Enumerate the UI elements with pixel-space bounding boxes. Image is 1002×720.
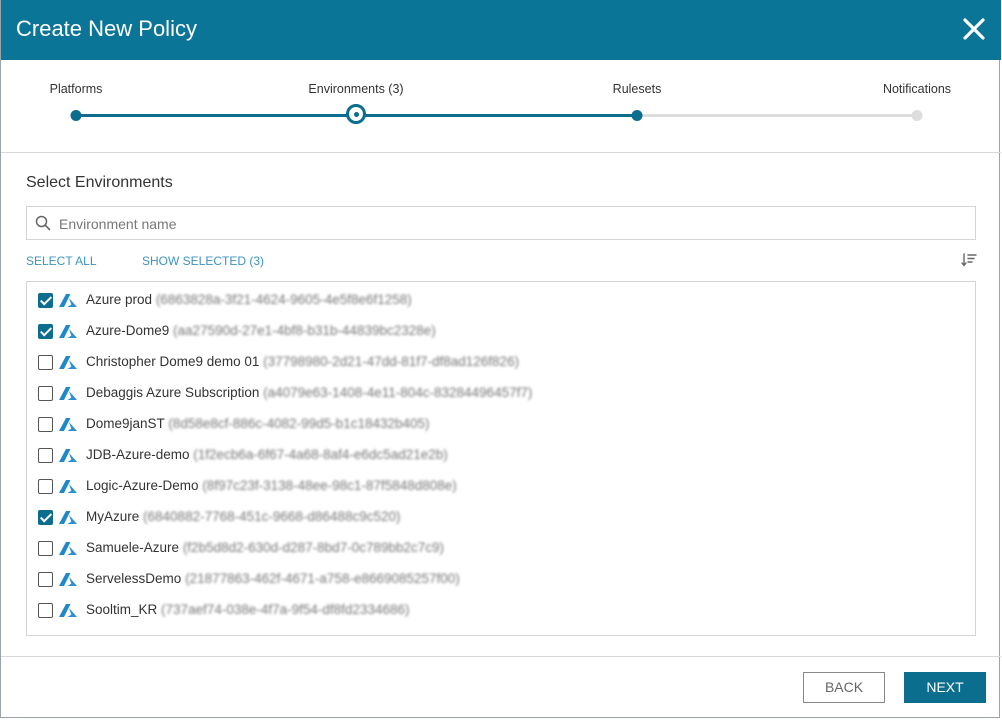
azure-icon (59, 480, 77, 499)
environment-label: Azure-Dome9 (aa27590d-27e1-4bf8-b31b-448… (86, 323, 436, 338)
environment-checkbox[interactable] (38, 355, 53, 370)
environment-checkbox[interactable] (38, 603, 53, 618)
azure-icon (59, 387, 77, 406)
step-dot-environments[interactable] (346, 104, 366, 124)
environment-name: JDB-Azure-demo (86, 447, 190, 462)
environment-label: Azure prod (6863828a-3f21-4624-9605-4e5f… (86, 292, 412, 307)
environment-checkbox[interactable] (38, 386, 53, 401)
environment-id: (aa27590d-27e1-4bf8-b31b-44839bc2328e) (173, 323, 436, 338)
environment-label: ServelessDemo (21877863-462f-4671-a758-e… (86, 571, 460, 586)
azure-icon (59, 573, 77, 592)
environment-checkbox[interactable] (38, 510, 53, 525)
environment-row[interactable]: Sooltim_KR (737aef74-038e-4f7a-9f54-df8f… (27, 596, 967, 627)
search-icon (35, 215, 51, 231)
environment-checkbox[interactable] (38, 293, 53, 308)
environment-id: (a4079e63-1408-4e11-804c-83284496457f7) (263, 385, 533, 400)
environment-name: MyAzure (86, 509, 140, 524)
environment-name: Azure prod (86, 292, 153, 307)
close-icon[interactable] (961, 16, 987, 42)
dialog-title: Create New Policy (16, 16, 197, 41)
environment-name: Debaggis Azure Subscription (86, 385, 260, 400)
azure-icon (59, 418, 77, 437)
environment-name: Azure-Dome9 (86, 323, 170, 338)
environment-name: Sooltim_KR (86, 602, 158, 617)
wizard-stepper: Platforms Environments (3) Rulesets Noti… (1, 60, 1001, 153)
environment-name: ServelessDemo (86, 571, 182, 586)
environment-label: MyAzure (6840882-7768-451c-9668-d86488c9… (86, 509, 400, 524)
search-box (26, 206, 976, 240)
back-button[interactable]: BACK (803, 672, 885, 703)
environment-label: Samuele-Azure (f2b5d8d2-630d-d287-8bd7-0… (86, 540, 444, 555)
show-selected-link[interactable]: SHOW SELECTED (3) (142, 254, 264, 268)
environment-search-input[interactable] (57, 211, 961, 237)
step-dot-rulesets[interactable] (631, 110, 643, 121)
environment-row[interactable]: Christopher Dome9 demo 01 (37798980-2d21… (27, 348, 967, 379)
step-dot-platforms[interactable] (70, 110, 82, 121)
dialog-footer: BACK NEXT (1, 656, 1001, 719)
environment-row[interactable]: Logic-Azure-Demo (8f97c23f-3138-48ee-98c… (27, 472, 967, 503)
azure-icon (59, 449, 77, 468)
step-label-environments: Environments (3) (308, 82, 404, 96)
azure-icon (59, 294, 77, 313)
environment-row[interactable]: Samuele-Azure (f2b5d8d2-630d-d287-8bd7-0… (27, 534, 967, 565)
azure-icon (59, 542, 77, 561)
environment-name: Dome9janST (86, 416, 165, 431)
next-button[interactable]: NEXT (904, 672, 986, 703)
step-label-rulesets: Rulesets (612, 82, 662, 96)
select-all-link[interactable]: SELECT ALL (26, 254, 97, 268)
environment-checkbox[interactable] (38, 324, 53, 339)
create-policy-dialog: Create New Policy Platforms Environments… (0, 0, 1001, 719)
stepper-line-remaining (637, 114, 917, 117)
section-title: Select Environments (26, 174, 173, 191)
environment-id: (37798980-2d21-47dd-81f7-df8ad126f826) (263, 354, 520, 369)
environment-id: (737aef74-038e-4f7a-9f54-df8fd2334686) (161, 602, 410, 617)
environment-row[interactable]: Azure prod (6863828a-3f21-4624-9605-4e5f… (27, 286, 967, 317)
azure-icon (59, 356, 77, 375)
environment-row[interactable]: Dome9janST (8d58e8cf-886c-4082-99d5-b1c1… (27, 410, 967, 441)
step-label-notifications: Notifications (882, 82, 952, 96)
environment-id: (6863828a-3f21-4624-9605-4e5f8e6f1258) (155, 292, 412, 307)
environment-name: Christopher Dome9 demo 01 (86, 354, 260, 369)
dialog-header: Create New Policy (1, 0, 1001, 60)
environment-name: Samuele-Azure (86, 540, 180, 555)
environment-row[interactable]: Debaggis Azure Subscription (a4079e63-14… (27, 379, 967, 410)
environment-label: Logic-Azure-Demo (8f97c23f-3138-48ee-98c… (86, 478, 457, 493)
step-label-platforms: Platforms (49, 82, 103, 96)
environment-id: (21877863-462f-4671-a758-e8669085257f00) (185, 571, 460, 586)
azure-icon (59, 511, 77, 530)
environment-id: (1f2ecb6a-6f67-4a68-8af4-e6dc5ad21e2b) (193, 447, 448, 462)
azure-icon (59, 325, 77, 344)
azure-icon (59, 604, 77, 623)
environment-id: (8f97c23f-3138-48ee-98c1-87f5848d808e) (202, 478, 457, 493)
environment-row[interactable]: MyAzure (6840882-7768-451c-9668-d86488c9… (27, 503, 967, 534)
step-dot-notifications (911, 110, 923, 121)
environment-label: Dome9janST (8d58e8cf-886c-4082-99d5-b1c1… (86, 416, 430, 431)
environment-label: Christopher Dome9 demo 01 (37798980-2d21… (86, 354, 519, 369)
environment-label: JDB-Azure-demo (1f2ecb6a-6f67-4a68-8af4-… (86, 447, 448, 462)
environment-checkbox[interactable] (38, 479, 53, 494)
environment-checkbox[interactable] (38, 417, 53, 432)
environment-id: (6840882-7768-451c-9668-d86488c9c520) (143, 509, 401, 524)
environment-id: (f2b5d8d2-630d-d287-8bd7-0c789bb2c7c9) (182, 540, 445, 555)
environment-checkbox[interactable] (38, 541, 53, 556)
environment-list: Azure prod (6863828a-3f21-4624-9605-4e5f… (26, 281, 976, 636)
environment-label: Sooltim_KR (737aef74-038e-4f7a-9f54-df8f… (86, 602, 410, 617)
environment-checkbox[interactable] (38, 572, 53, 587)
environment-id: (8d58e8cf-886c-4082-99d5-b1c18432b405) (168, 416, 430, 431)
sort-icon[interactable] (961, 252, 977, 268)
environment-label: Debaggis Azure Subscription (a4079e63-14… (86, 385, 532, 400)
environment-name: Logic-Azure-Demo (86, 478, 199, 493)
environment-row[interactable]: ServelessDemo (21877863-462f-4671-a758-e… (27, 565, 967, 596)
environment-checkbox[interactable] (38, 448, 53, 463)
environment-row[interactable]: JDB-Azure-demo (1f2ecb6a-6f67-4a68-8af4-… (27, 441, 967, 472)
environment-row[interactable]: Azure-Dome9 (aa27590d-27e1-4bf8-b31b-448… (27, 317, 967, 348)
